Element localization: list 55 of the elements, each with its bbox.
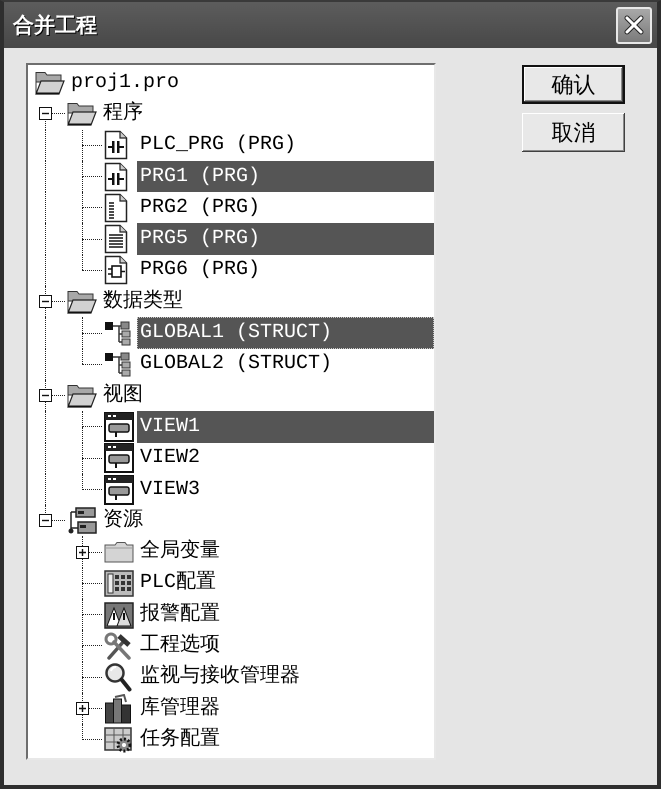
tree-item[interactable]: GLOBAL1 (STRUCT) (137, 317, 434, 349)
tree-item[interactable]: 工程选项 (137, 630, 223, 662)
hammer-wrench-icon (104, 632, 134, 660)
minus-box-icon[interactable] (39, 514, 52, 528)
structure-tree-icon (104, 351, 131, 378)
tree-item[interactable]: PRG2 (PRG) (137, 192, 264, 224)
text-document-icon (104, 224, 128, 254)
tree-item[interactable]: PRG6 (PRG) (137, 254, 264, 286)
tree-item[interactable]: 监视与接收管理器 (137, 662, 303, 693)
dialog-button[interactable]: 取消 (522, 113, 625, 152)
window-icon (104, 474, 134, 504)
tree-item[interactable]: PRG5 (PRG) (137, 223, 434, 255)
list-document-icon (104, 192, 128, 223)
tree-item[interactable]: VIEW2 (137, 442, 204, 474)
plus-box-icon[interactable] (76, 546, 89, 559)
minus-box-icon[interactable] (39, 295, 52, 308)
tree-item[interactable]: 程序 (100, 98, 146, 130)
tree-item[interactable]: PLC_PRG (PRG) (137, 130, 300, 161)
magnifier-icon (104, 662, 132, 692)
ladder-document-icon (104, 162, 128, 192)
plus-box-icon[interactable] (76, 702, 89, 716)
triangle-panel-icon (104, 600, 134, 629)
block-document-icon (104, 255, 128, 286)
network-icon (67, 506, 97, 535)
open-folder-icon (67, 290, 97, 314)
minus-box-icon[interactable] (39, 107, 52, 120)
tree-item[interactable]: PRG1 (PRG) (137, 160, 434, 192)
tree-item[interactable]: 库管理器 (137, 692, 223, 724)
close-icon (624, 15, 644, 35)
open-folder-icon (35, 70, 65, 95)
tree-item[interactable]: 数据类型 (100, 286, 186, 318)
structure-tree-icon (104, 320, 131, 346)
grid-gear-icon (104, 726, 133, 754)
tree-item[interactable]: 任务配置 (137, 724, 223, 756)
minus-box-icon[interactable] (39, 389, 52, 402)
tree-item[interactable]: GLOBAL2 (STRUCT) (137, 348, 336, 380)
tree-item[interactable]: VIEW3 (137, 474, 204, 506)
dialog-button[interactable]: 确认 (522, 65, 625, 104)
tree-item[interactable]: proj1.pro (68, 67, 182, 98)
folder-icon (104, 541, 134, 564)
open-folder-icon (67, 102, 97, 126)
rack-icon (104, 569, 134, 598)
tree-item[interactable]: 报警配置 (137, 599, 223, 630)
tree-item[interactable]: 资源 (100, 505, 146, 536)
tree-item[interactable]: VIEW1 (137, 411, 434, 443)
close-button[interactable] (616, 6, 652, 44)
open-folder-icon (67, 384, 97, 408)
window-title: 合并工程 (13, 12, 97, 39)
ladder-document-icon (104, 130, 128, 160)
tree-item[interactable]: PLC配置 (137, 568, 220, 600)
window-icon (104, 443, 134, 474)
tree-item[interactable]: 全局变量 (137, 536, 223, 568)
books-icon (104, 694, 132, 724)
window-icon (104, 412, 134, 442)
tree-item[interactable]: 视图 (100, 380, 146, 412)
